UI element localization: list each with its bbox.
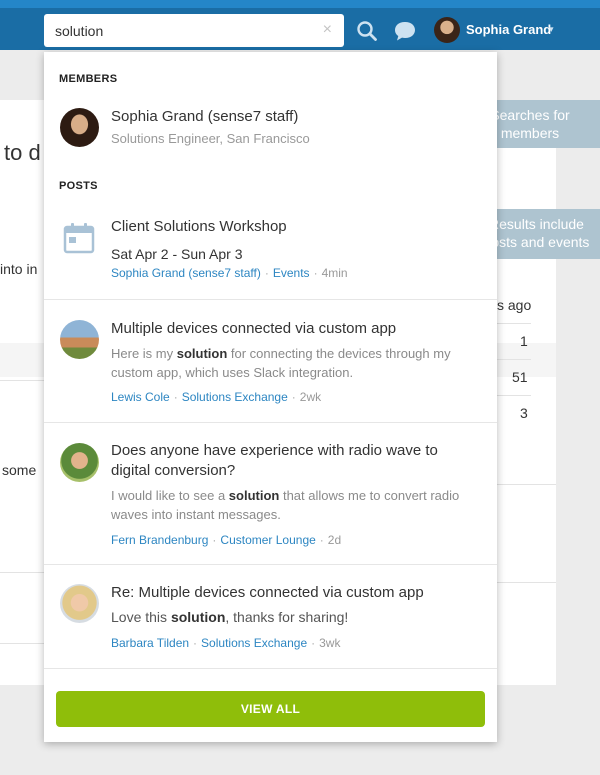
post-title: Multiple devices connected via custom ap… [111,320,397,337]
chevron-down-icon[interactable]: ▾ [549,24,554,35]
chat-icon[interactable] [393,20,417,42]
clear-search-icon[interactable]: × [323,21,332,39]
avatar [60,584,99,623]
post-snippet: Love this solution, thanks for sharing! [111,609,349,625]
background-count: 1 [520,333,528,349]
search-results-dropdown: MEMBERS Sophia Grand (sense7 staff) Solu… [44,52,497,742]
author-link[interactable]: Lewis Cole [111,390,170,404]
background-divider [497,395,531,396]
background-column-header: s ago [497,297,532,313]
post-meta: Lewis Cole · Solutions Exchange · 2wk [111,390,322,404]
event-dates: Sat Apr 2 - Sun Apr 3 [111,246,243,262]
background-text-fragment: into in [0,261,38,277]
avatar [60,108,99,147]
user-avatar[interactable] [434,17,460,43]
background-heading-fragment: to d [4,140,41,165]
post-snippet: I would like to see a solution that allo… [111,488,460,522]
background-divider [0,643,44,644]
timestamp: 3wk [319,636,341,650]
result-divider [44,668,497,669]
author-link[interactable]: Sophia Grand (sense7 staff) [111,266,261,280]
event-meta: Sophia Grand (sense7 staff) · Events · 4min [111,266,348,280]
user-menu-name[interactable]: Sophia Grand [466,22,551,37]
event-title: Client Solutions Workshop [111,218,287,235]
post-meta: Barbara Tilden · Solutions Exchange · 3wk [111,636,341,650]
avatar [60,443,99,482]
callout-text: Searches for members [490,107,570,141]
callout-text: Results include posts and events [483,216,590,250]
members-section-heading: MEMBERS [59,73,118,85]
post-result[interactable]: Does anyone have experience with radio w… [44,423,497,563]
background-divider [497,484,556,485]
post-title: Does anyone have experience with radio w… [111,442,438,479]
category-link[interactable]: Events [273,266,310,280]
post-title: Re: Multiple devices connected via custo… [111,584,424,601]
background-divider [497,359,531,360]
search-icon[interactable] [356,20,378,42]
member-name: Sophia Grand (sense7 staff) [111,108,299,125]
background-divider [0,572,44,573]
calendar-icon [63,223,95,254]
author-link[interactable]: Barbara Tilden [111,636,189,650]
avatar [60,320,99,359]
member-title: Solutions Engineer, San Francisco [111,131,310,146]
background-divider [497,582,556,583]
background-count: 3 [520,405,528,421]
author-link[interactable]: Fern Brandenburg [111,533,208,547]
background-count: 51 [512,369,528,385]
timestamp: 2d [327,533,342,547]
category-link[interactable]: Customer Lounge [220,533,315,547]
posts-section-heading: POSTS [59,180,98,192]
category-link[interactable]: Solutions Exchange [201,636,307,650]
search-box: × [44,14,344,47]
background-divider [0,380,44,381]
post-result[interactable]: Re: Multiple devices connected via custo… [44,565,497,668]
background-divider [497,323,531,324]
post-snippet: Here is my solution for connecting the d… [111,346,451,380]
event-result[interactable]: Client Solutions Workshop Sat Apr 2 - Su… [44,212,497,288]
post-meta: Fern Brandenburg · Customer Lounge · 2d [111,533,342,547]
view-all-button[interactable]: VIEW ALL [56,691,485,727]
post-result[interactable]: Multiple devices connected via custom ap… [44,300,497,422]
timestamp: 2wk [299,390,322,404]
background-text-fragment: some [2,462,37,478]
search-input[interactable] [44,14,314,47]
timestamp: 4min [321,266,348,280]
category-link[interactable]: Solutions Exchange [182,390,288,404]
member-result[interactable]: Sophia Grand (sense7 staff) Solutions En… [44,102,497,162]
